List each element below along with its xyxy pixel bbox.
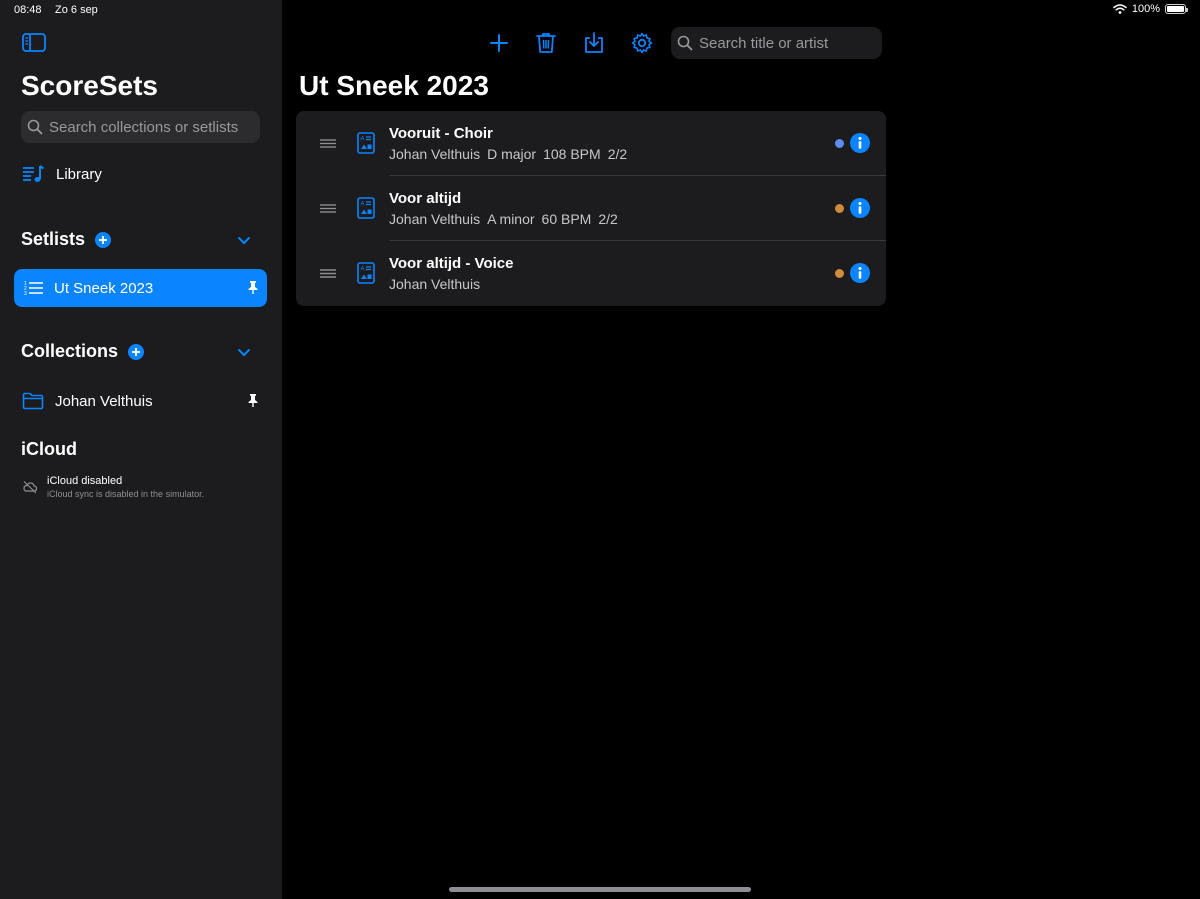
song-time-signature: 2/2: [607, 146, 628, 162]
icloud-status-detail: iCloud sync is disabled in the simulator…: [47, 489, 205, 499]
svg-text:A: A: [361, 202, 365, 208]
sidebar-item-setlist[interactable]: 1 2 3 Ut Sneek 2023: [14, 269, 267, 307]
song-tempo: 108 BPM: [543, 146, 601, 162]
collections-header: Collections: [21, 341, 251, 362]
sidebar-item-collection[interactable]: Johan Velthuis: [22, 389, 267, 413]
status-dot: [835, 204, 844, 213]
pin-icon: [248, 281, 258, 294]
drag-handle-icon[interactable]: [320, 269, 336, 278]
search-icon: [27, 119, 43, 135]
song-time-signature: 2/2: [598, 211, 618, 227]
sidebar-item-label: Ut Sneek 2023: [54, 279, 154, 297]
battery-percentage: 100%: [1131, 3, 1160, 15]
battery-icon: [1165, 4, 1188, 14]
sidebar-toggle-icon[interactable]: [22, 32, 46, 54]
wifi-icon: [1113, 4, 1127, 14]
icloud-title: iCloud: [21, 439, 77, 459]
document-icon: A: [357, 262, 375, 284]
chevron-down-icon[interactable]: [237, 235, 251, 245]
song-tempo: 60 BPM: [541, 211, 592, 227]
icloud-status: iCloud disabled iCloud sync is disabled …: [22, 475, 204, 499]
list-item[interactable]: A Voor altijd Johan Velthuis A minor 60 BP…: [296, 176, 886, 241]
song-list: A Vooruit - Choir Johan Velthuis D major 1…: [296, 111, 886, 306]
status-dot: [835, 269, 844, 278]
sidebar: ScoreSets Library Setlists: [0, 0, 282, 899]
song-artist: Johan Velthuis: [389, 276, 481, 292]
home-indicator[interactable]: [449, 887, 751, 892]
song-title: Voor altijd - Voice: [389, 255, 514, 272]
info-icon[interactable]: [850, 263, 870, 283]
song-meta: Johan Velthuis A minor 60 BPM 2/2: [389, 211, 625, 227]
sidebar-search-field[interactable]: [21, 111, 260, 143]
document-icon: A: [357, 132, 375, 154]
svg-text:3: 3: [24, 291, 27, 296]
info-icon[interactable]: [850, 133, 870, 153]
import-icon[interactable]: [582, 31, 606, 55]
pin-icon: [248, 394, 258, 407]
list-item[interactable]: A Voor altijd - Voice Johan Velthuis: [296, 241, 886, 306]
svg-text:A: A: [361, 267, 365, 273]
main-search-input[interactable]: [699, 34, 874, 52]
search-icon: [677, 35, 693, 51]
setlists-title: Setlists: [21, 229, 86, 249]
app-title: ScoreSets: [21, 70, 158, 101]
document-icon: A: [357, 197, 375, 219]
song-key: A minor: [487, 211, 535, 227]
sidebar-item-library[interactable]: Library: [22, 164, 102, 184]
chevron-down-icon[interactable]: [237, 347, 251, 357]
status-date: Zo 6 sep: [55, 4, 98, 16]
info-icon[interactable]: [850, 198, 870, 218]
song-meta: Johan Velthuis: [389, 276, 487, 292]
status-dot: [835, 139, 844, 148]
sidebar-item-label: Johan Velthuis: [55, 392, 153, 410]
drag-handle-icon[interactable]: [320, 204, 336, 213]
status-time: 08:48: [14, 4, 42, 16]
gear-icon[interactable]: [630, 31, 654, 55]
add-collection-icon[interactable]: [128, 343, 145, 360]
setlists-header: Setlists: [21, 229, 251, 250]
plus-icon[interactable]: [487, 31, 511, 55]
library-icon: [23, 165, 44, 182]
app-window: ScoreSets Library Setlists: [0, 0, 1200, 899]
add-setlist-icon[interactable]: [95, 231, 112, 248]
sidebar-item-label: Library: [56, 165, 102, 183]
folder-icon: [22, 392, 44, 410]
trash-icon[interactable]: [534, 31, 558, 55]
song-key: D major: [487, 146, 537, 162]
collections-title: Collections: [21, 341, 119, 361]
sidebar-search-input[interactable]: [49, 118, 249, 136]
main-search-field[interactable]: [671, 27, 882, 59]
icloud-status-label: iCloud disabled: [47, 475, 123, 487]
page-title: Ut Sneek 2023: [299, 70, 489, 101]
cloud-off-icon: [23, 481, 38, 494]
status-bar: 08:48 Zo 6 sep 100%: [0, 0, 1200, 22]
song-meta: Johan Velthuis D major 108 BPM 2/2: [389, 146, 634, 162]
svg-text:A: A: [361, 137, 365, 143]
list-item[interactable]: A Vooruit - Choir Johan Velthuis D major 1…: [296, 111, 886, 176]
song-artist: Johan Velthuis: [389, 146, 481, 162]
drag-handle-icon[interactable]: [320, 139, 336, 148]
song-title: Voor altijd: [389, 190, 462, 207]
song-artist: Johan Velthuis: [389, 211, 481, 227]
list-icon: 1 2 3: [24, 281, 43, 296]
song-title: Vooruit - Choir: [389, 125, 493, 142]
